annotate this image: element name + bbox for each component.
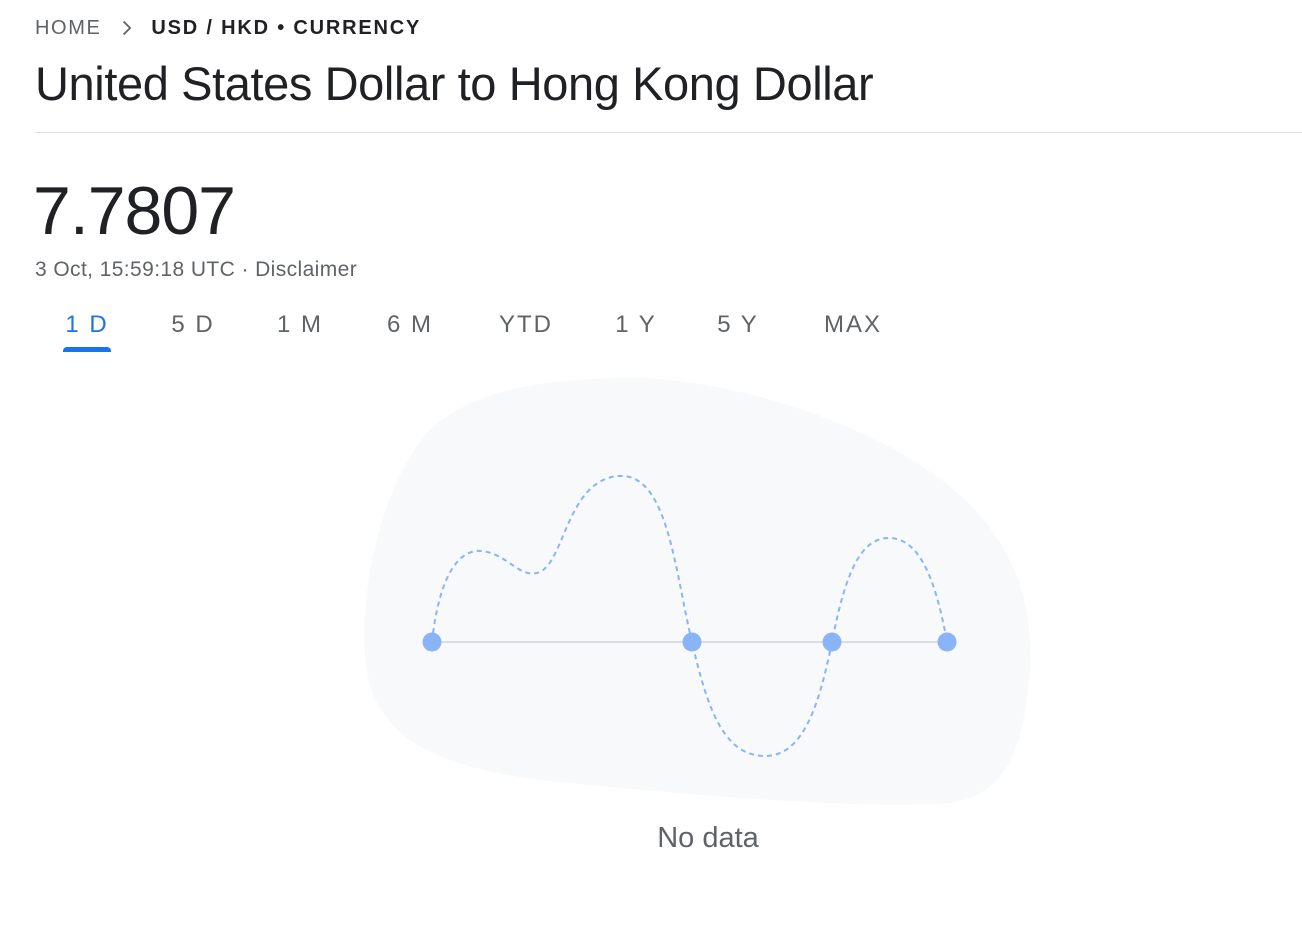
- no-data-message: No data: [657, 822, 759, 854]
- placeholder-dot: [682, 632, 702, 652]
- currency-page: HOME USD / HKD • CURRENCY United States …: [0, 0, 1302, 942]
- placeholder-dot: [822, 632, 842, 652]
- empty-chart-illustration: [364, 377, 1031, 805]
- tab-max[interactable]: MAX: [819, 300, 887, 352]
- breadcrumb: HOME USD / HKD • CURRENCY: [35, 14, 421, 42]
- tab-label: 6 M: [386, 311, 433, 338]
- breadcrumb-current: USD / HKD • CURRENCY: [151, 16, 422, 39]
- breadcrumb-home-link[interactable]: HOME: [35, 17, 101, 40]
- tab-label: YTD: [499, 311, 553, 338]
- rate-timestamp: 3 Oct, 15:59:18 UTC: [35, 258, 236, 281]
- tab-label: 5 D: [171, 311, 215, 338]
- meta-separator: ·: [235, 258, 256, 281]
- header-divider: [35, 132, 1302, 133]
- tab-label: 1 D: [65, 311, 109, 338]
- tab-1y[interactable]: 1 Y: [615, 300, 657, 352]
- placeholder-blob: [364, 377, 1031, 805]
- tab-ytd[interactable]: YTD: [495, 300, 557, 352]
- active-tab-indicator: [63, 347, 111, 352]
- page-title: United States Dollar to Hong Kong Dollar: [35, 57, 874, 110]
- exchange-rate-value: 7.7807: [33, 173, 236, 249]
- tab-6m[interactable]: 6 M: [383, 300, 437, 352]
- tab-label: MAX: [823, 311, 882, 338]
- placeholder-dashed-curve: [431, 474, 948, 758]
- tab-label: 1 Y: [615, 311, 657, 338]
- tab-label: 1 M: [276, 311, 323, 338]
- tab-1d[interactable]: 1 D: [63, 300, 111, 352]
- rate-timestamp-line: 3 Oct, 15:59:18 UTC · Disclaimer: [35, 258, 357, 282]
- tab-label: 5 Y: [717, 311, 759, 338]
- placeholder-dot: [422, 632, 442, 652]
- placeholder-dot: [937, 632, 957, 652]
- tab-5y[interactable]: 5 Y: [715, 300, 761, 352]
- tab-1m[interactable]: 1 M: [275, 300, 325, 352]
- disclaimer-link[interactable]: Disclaimer: [255, 258, 357, 281]
- chevron-right-icon: [123, 20, 132, 36]
- tab-5d[interactable]: 5 D: [169, 300, 217, 352]
